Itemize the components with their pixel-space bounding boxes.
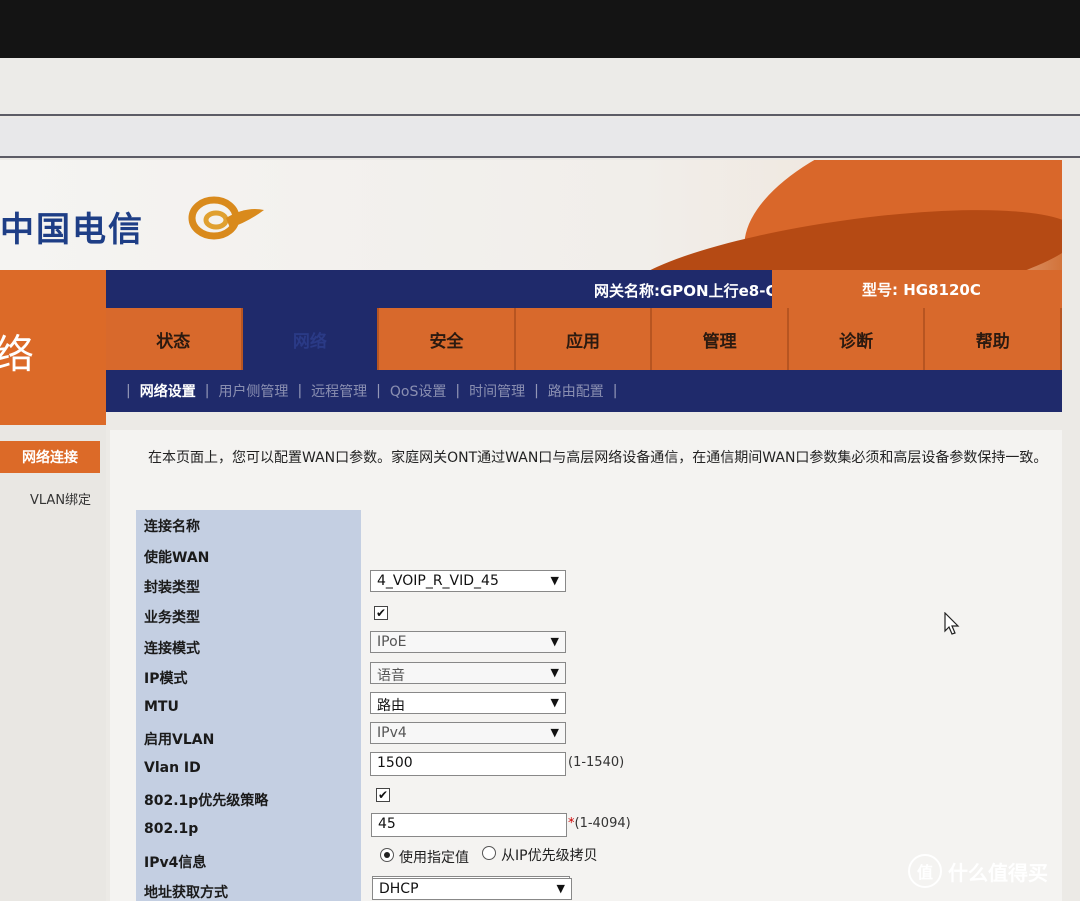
chevron-down-icon: ▼ — [550, 726, 559, 739]
subnav-network-settings[interactable]: 网络设置 — [140, 381, 196, 401]
page-title-block: 络 — [0, 270, 106, 425]
tab-management[interactable]: 管理 — [652, 308, 789, 370]
watermark-logo-icon: 值 — [908, 854, 942, 888]
label-encapsulation: 封装类型 — [144, 580, 200, 596]
browser-toolbar — [0, 58, 1080, 116]
subnav-user-side-management[interactable]: 用户侧管理 — [218, 381, 288, 401]
connection-mode-value: 路由 — [377, 698, 405, 714]
address-method-value: DHCP — [379, 881, 419, 897]
vlan-id-value: 45 — [378, 816, 396, 832]
watermark-text: 什么值得买 — [948, 860, 1048, 885]
label-service-type: 业务类型 — [144, 610, 200, 626]
sidebar: 网络连接 VLAN绑定 — [0, 425, 106, 901]
gateway-name: 网关名称:GPON上行e8-C — [594, 282, 777, 300]
subnav-separator: | — [126, 383, 131, 399]
chevron-down-icon: ▼ — [550, 574, 559, 587]
subnav-separator: | — [297, 383, 303, 399]
subnav-time-management[interactable]: 时间管理 — [469, 381, 525, 401]
browser-address-bar — [0, 118, 1080, 158]
label-enable-wan: 使能WAN — [144, 550, 210, 566]
priority-copy-from-ip-label: 从IP优先级拷贝 — [501, 848, 598, 864]
ip-mode-select[interactable]: IPv4 ▼ — [370, 722, 566, 744]
subnav-qos-settings[interactable]: QoS设置 — [390, 381, 446, 401]
label-enable-vlan: 启用VLAN — [144, 732, 215, 748]
tab-diagnostics[interactable]: 诊断 — [788, 308, 926, 370]
service-type-select[interactable]: 语音 ▼ — [370, 662, 566, 684]
priority-specified-label: 使用指定值 — [399, 850, 469, 866]
china-telecom-logo-icon — [188, 196, 264, 240]
vlan-id-input[interactable]: 45 — [371, 813, 567, 837]
enable-vlan-checkbox[interactable]: ✔ — [376, 788, 390, 802]
connection-name-value: 4_VOIP_R_VID_45 — [377, 573, 499, 589]
form-label-column: 连接名称 使能WAN 封装类型 业务类型 连接模式 IP模式 MTU 启用VLA… — [136, 510, 361, 901]
chevron-down-icon: ▼ — [550, 666, 559, 679]
mtu-value: 1500 — [377, 755, 413, 771]
subnav-separator: | — [204, 383, 210, 399]
vlan-id-hint: (1-4094) — [574, 816, 631, 831]
tab-security[interactable]: 安全 — [379, 308, 516, 370]
subnav-remote-management[interactable]: 远程管理 — [311, 381, 367, 401]
connection-mode-select[interactable]: 路由 ▼ — [370, 692, 566, 714]
service-type-value: 语音 — [377, 668, 405, 684]
mouse-cursor-icon — [944, 612, 960, 635]
priority-copy-from-ip-radio[interactable] — [482, 846, 496, 860]
ip-mode-value: IPv4 — [377, 725, 407, 741]
subnav-separator: | — [376, 383, 381, 399]
page-description: 在本页面上，您可以配置WAN口参数。家庭网关ONT通过WAN口与高层网络设备通信… — [148, 450, 1048, 466]
address-method-select[interactable]: DHCP ▼ — [372, 878, 572, 900]
encapsulation-select[interactable]: IPoE ▼ — [370, 631, 566, 653]
chevron-down-icon: ▼ — [550, 696, 559, 709]
brand-logo-text: 中国电信 — [0, 210, 144, 250]
model-box: 型号: HG8120C — [772, 270, 1062, 308]
mtu-hint: (1-1540) — [568, 755, 625, 770]
sidebar-item-vlan-binding[interactable]: VLAN绑定 — [30, 489, 91, 508]
label-priority-policy: 802.1p优先级策略 — [144, 793, 269, 809]
label-ip-mode: IP模式 — [144, 671, 188, 687]
label-vlan-id: Vlan ID — [144, 760, 201, 776]
tab-application[interactable]: 应用 — [515, 308, 653, 370]
main-tabs: 状态 网络 安全 应用 管理 诊断 帮助 — [106, 308, 1063, 370]
header-banner: 中国电信 — [0, 160, 1062, 270]
chevron-down-icon: ▼ — [550, 635, 559, 648]
sub-navigation: | 网络设置 | 用户侧管理 | 远程管理 | QoS设置 | 时间管理 | 路… — [106, 370, 1062, 412]
tab-network[interactable]: 网络 — [242, 308, 380, 370]
connection-name-select[interactable]: 4_VOIP_R_VID_45 ▼ — [370, 570, 566, 592]
chevron-down-icon: ▼ — [556, 882, 565, 895]
encapsulation-value: IPoE — [377, 634, 407, 650]
browser-screen: 中国电信 络 网关名称:GPON上行e8-C 型号: HG8120C 状态 网络… — [0, 58, 1080, 901]
tab-help[interactable]: 帮助 — [925, 308, 1063, 370]
subnav-separator: | — [612, 383, 618, 399]
main-content: 在本页面上，您可以配置WAN口参数。家庭网关ONT通过WAN口与高层网络设备通信… — [110, 430, 1062, 901]
subnav-route-config[interactable]: 路由配置 — [548, 381, 604, 401]
sidebar-item-network-connection[interactable]: 网络连接 — [0, 441, 100, 473]
label-connection-mode: 连接模式 — [144, 641, 200, 657]
gateway-info-bar: 网关名称:GPON上行e8-C 型号: HG8120C — [106, 270, 1062, 308]
label-address-method: 地址获取方式 — [144, 885, 228, 901]
subnav-separator: | — [534, 383, 539, 399]
mtu-input[interactable]: 1500 — [370, 752, 566, 776]
subnav-separator: | — [455, 383, 461, 399]
watermark: 值 什么值得买 — [908, 854, 1048, 888]
tab-status[interactable]: 状态 — [106, 308, 243, 370]
label-8021p: 802.1p — [144, 821, 199, 837]
enable-wan-checkbox[interactable]: ✔ — [374, 606, 388, 620]
page-title-glyph: 络 — [0, 332, 34, 378]
priority-specified-radio[interactable] — [380, 848, 394, 862]
model-label: 型号: HG8120C — [862, 281, 981, 299]
label-connection-name: 连接名称 — [144, 519, 200, 535]
label-mtu: MTU — [144, 699, 179, 715]
label-ipv4-info: IPv4信息 — [144, 855, 207, 871]
